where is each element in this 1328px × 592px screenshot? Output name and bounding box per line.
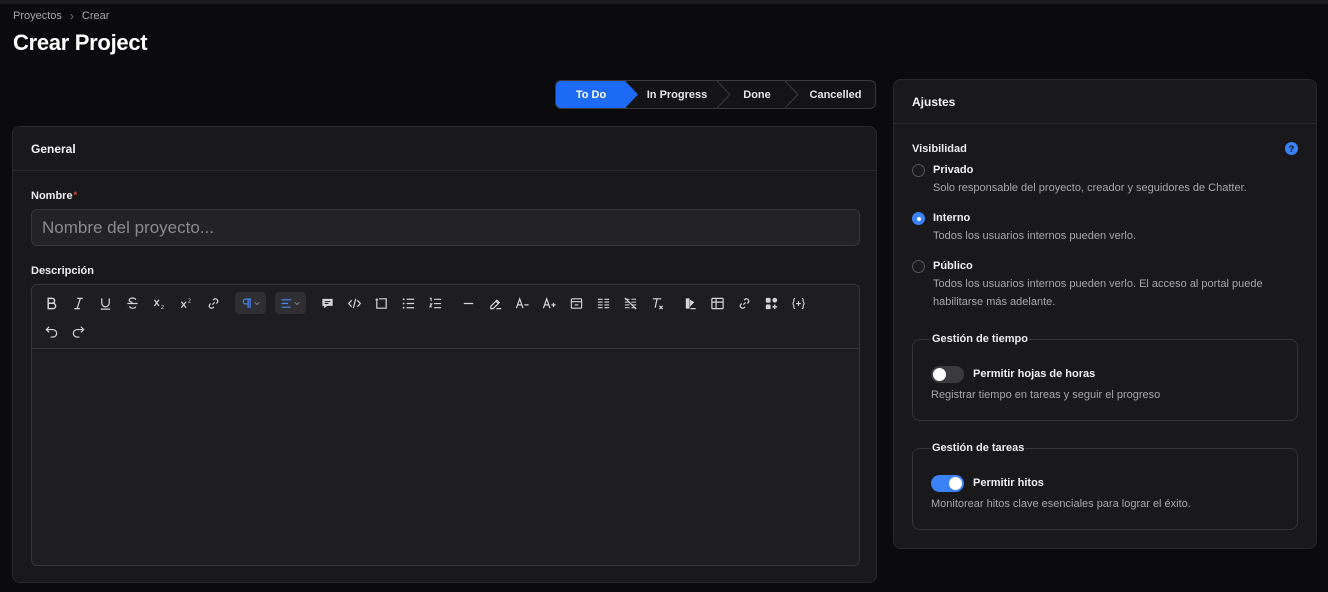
bullet-list-icon[interactable] — [397, 292, 419, 314]
superscript-icon[interactable]: 2 — [175, 292, 197, 314]
milestones-toggle[interactable] — [931, 475, 964, 492]
top-border — [0, 0, 1328, 4]
timesheets-toggle[interactable] — [931, 366, 964, 383]
svg-text:2: 2 — [160, 305, 164, 311]
breadcrumb-item-crear: Crear — [81, 10, 110, 22]
decrease-font-icon[interactable] — [511, 292, 533, 314]
milestones-description: Monitorear hitos clave esenciales para l… — [931, 498, 1191, 510]
option-desc-publico: Todos los usuarios internos pueden verlo… — [933, 278, 1263, 308]
underline-icon[interactable] — [94, 292, 116, 314]
table-icon[interactable] — [706, 292, 728, 314]
step-done[interactable]: Done — [728, 81, 786, 108]
help-icon[interactable]: ? — [1285, 142, 1298, 155]
step-arrow-icon — [625, 81, 638, 108]
timesheets-description: Registrar tiempo en tareas y seguir el p… — [931, 389, 1161, 401]
task-management-legend: Gestión de tareas — [931, 442, 1026, 454]
redo-icon[interactable] — [67, 319, 89, 341]
option-title-interno: Interno — [933, 212, 971, 224]
settings-card-title: Ajustes — [894, 80, 1316, 124]
svg-text:2: 2 — [187, 298, 191, 304]
chevron-right-icon: › — [69, 9, 74, 23]
milestones-toggle-label: Permitir hitos — [973, 477, 1044, 489]
project-name-input[interactable] — [31, 209, 860, 246]
toggle-knob — [949, 477, 962, 490]
increase-font-icon[interactable] — [538, 292, 560, 314]
step-label: Done — [743, 88, 771, 101]
settings-card: Ajustes Visibilidad ? Privado Solo respo… — [893, 79, 1317, 549]
step-in-progress[interactable]: In Progress — [638, 81, 716, 108]
highlight-icon[interactable] — [484, 292, 506, 314]
option-title-privado: Privado — [933, 164, 974, 176]
general-card: General Nombre* Descripción 2 2 — [12, 126, 877, 583]
paragraph-dropdown[interactable] — [235, 292, 266, 314]
visibility-label: Visibilidad — [912, 143, 967, 155]
chevron-down-icon — [254, 301, 260, 306]
subscript-icon[interactable]: 2 — [148, 292, 170, 314]
undo-icon[interactable] — [40, 319, 62, 341]
attachment-icon[interactable] — [733, 292, 755, 314]
step-label: Cancelled — [809, 88, 862, 101]
ordered-list-icon[interactable] — [424, 292, 446, 314]
italic-icon[interactable] — [67, 292, 89, 314]
page-title: Crear Project — [13, 30, 148, 55]
color-icon[interactable] — [679, 292, 701, 314]
task-management-group: Permitir hitos Monitorear hitos clave es… — [912, 448, 1298, 530]
general-card-title: General — [13, 127, 876, 171]
toggle-knob — [933, 368, 946, 381]
columns-icon[interactable] — [592, 292, 614, 314]
breadcrumb-item-proyectos[interactable]: Proyectos — [13, 10, 62, 22]
time-management-group: Permitir hojas de horas Registrar tiempo… — [912, 339, 1298, 421]
radio-privado[interactable] — [912, 164, 925, 177]
align-left-icon — [281, 298, 292, 308]
code-icon[interactable] — [343, 292, 365, 314]
step-cancelled[interactable]: Cancelled — [796, 81, 875, 108]
strikethrough-icon[interactable] — [121, 292, 143, 314]
radio-publico[interactable] — [912, 260, 925, 273]
name-label-text: Nombre — [31, 190, 73, 202]
option-desc-interno: Todos los usuarios internos pueden verlo… — [933, 230, 1137, 242]
option-desc-privado: Solo responsable del proyecto, creador y… — [933, 182, 1247, 194]
option-title-publico: Público — [933, 260, 973, 272]
blocks-icon[interactable] — [760, 292, 782, 314]
time-management-legend: Gestión de tiempo — [931, 333, 1029, 345]
step-label: In Progress — [646, 88, 708, 101]
link-icon[interactable] — [202, 292, 224, 314]
text-frame-icon[interactable] — [370, 292, 392, 314]
description-editor: 2 2 — [31, 284, 860, 566]
bold-icon[interactable] — [40, 292, 62, 314]
timesheets-toggle-label: Permitir hojas de horas — [973, 368, 1096, 380]
description-label: Descripción — [31, 265, 94, 277]
breadcrumb: Proyectos › Crear — [13, 9, 109, 23]
chevron-down-icon — [294, 301, 300, 306]
radio-interno[interactable] — [912, 212, 925, 225]
step-label: To Do — [575, 88, 607, 101]
description-editor-content[interactable] — [32, 349, 859, 565]
horizontal-rule-icon[interactable] — [457, 292, 479, 314]
status-stepper: To Do In Progress Done Cancelled — [555, 80, 876, 109]
step-to-do[interactable]: To Do — [556, 81, 626, 108]
variable-icon[interactable] — [787, 292, 809, 314]
comment-icon[interactable] — [316, 292, 338, 314]
clear-format-icon[interactable] — [646, 292, 668, 314]
paragraph-icon — [242, 297, 251, 308]
editor-toolbar: 2 2 — [32, 285, 859, 349]
details-icon[interactable] — [565, 292, 587, 314]
required-mark: * — [73, 190, 78, 200]
align-dropdown[interactable] — [275, 292, 306, 314]
name-label: Nombre* — [31, 190, 77, 202]
clear-columns-icon[interactable] — [619, 292, 641, 314]
